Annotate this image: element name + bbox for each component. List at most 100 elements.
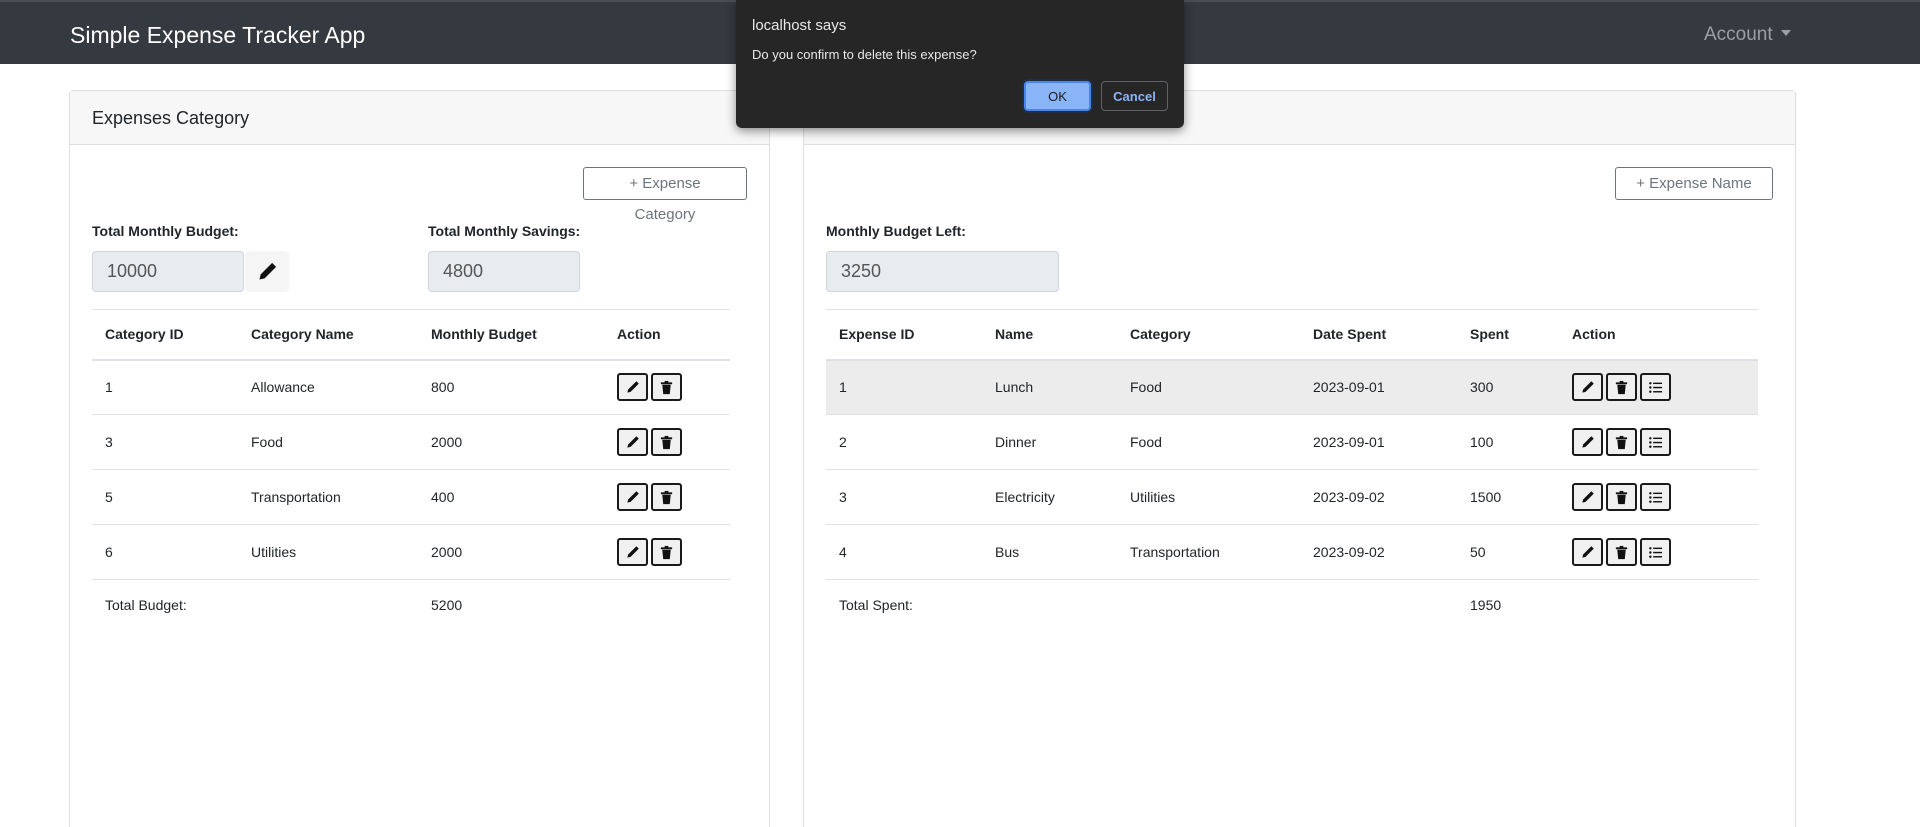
table-row: 1 Lunch Food 2023-09-01 300	[826, 359, 1758, 415]
expense-id-cell: 3	[826, 469, 982, 525]
app-brand[interactable]: Simple Expense Tracker App	[70, 22, 365, 49]
action-cell	[1559, 359, 1758, 415]
edit-button[interactable]	[1572, 538, 1603, 566]
edit-budget-button[interactable]	[245, 251, 289, 292]
action-cell	[604, 469, 730, 525]
delete-button[interactable]	[651, 373, 682, 402]
category-id-cell: 5	[92, 469, 238, 525]
ok-button[interactable]: OK	[1024, 81, 1091, 111]
total-monthly-savings-input: 4800	[428, 251, 580, 292]
delete-button[interactable]	[1606, 483, 1637, 511]
delete-button[interactable]	[651, 428, 682, 456]
trash-icon	[1615, 380, 1628, 394]
pencil-icon	[1582, 380, 1594, 393]
date-spent-cell: 2023-09-01	[1300, 359, 1457, 415]
expense-name-cell: Bus	[982, 524, 1117, 580]
total-monthly-budget-label: Total Monthly Budget:	[92, 223, 239, 239]
action-cell	[1559, 469, 1758, 525]
monthly-budget-left-label: Monthly Budget Left:	[826, 223, 966, 239]
trash-icon	[660, 435, 673, 449]
column-header: Expense ID	[826, 309, 982, 361]
trash-icon	[1615, 435, 1628, 449]
expenses-card: + Expense Name Monthly Budget Left: 3250…	[803, 90, 1796, 827]
pencil-icon	[627, 545, 639, 558]
delete-button[interactable]	[1606, 428, 1637, 456]
edit-button[interactable]	[1572, 483, 1603, 511]
list-icon	[1649, 436, 1663, 448]
action-cell	[1559, 524, 1758, 580]
details-button[interactable]	[1640, 483, 1671, 511]
total-label: Total Budget:	[105, 596, 187, 613]
monthly-budget-cell: 2000	[418, 524, 604, 580]
cancel-button[interactable]: Cancel	[1101, 81, 1168, 111]
date-spent-cell: 2023-09-02	[1300, 469, 1457, 525]
expense-category-cell: Food	[1117, 359, 1300, 415]
edit-button[interactable]	[1572, 373, 1603, 402]
total-monthly-savings-label: Total Monthly Savings:	[428, 223, 581, 239]
edit-button[interactable]	[617, 428, 648, 456]
expense-table: Expense ID Name Category Date Spent Spen…	[826, 309, 1758, 630]
column-header: Category Name	[238, 309, 418, 361]
trash-icon	[660, 380, 673, 394]
category-id-cell: 3	[92, 414, 238, 470]
table-header-row: Expense ID Name Category Date Spent Spen…	[826, 309, 1758, 361]
total-value: 1950	[1470, 596, 1502, 613]
details-button[interactable]	[1640, 538, 1671, 566]
action-cell	[604, 414, 730, 470]
add-expense-category-button[interactable]: + Expense Category	[583, 167, 747, 223]
table-row: 4 Bus Transportation 2023-09-02 50	[826, 524, 1758, 580]
table-row: 6 Utilities 2000	[92, 524, 730, 580]
delete-button[interactable]	[1606, 538, 1637, 566]
expense-id-cell: 1	[826, 359, 982, 415]
edit-button[interactable]	[1572, 428, 1603, 456]
pencil-icon	[627, 490, 639, 503]
spent-cell: 1500	[1457, 469, 1559, 525]
pencil-icon	[627, 380, 639, 393]
edit-button[interactable]	[617, 483, 648, 511]
delete-button[interactable]	[651, 483, 682, 511]
column-header: Category	[1117, 309, 1300, 361]
list-icon	[1649, 546, 1663, 558]
total-row: Total Spent: 1950	[826, 580, 1758, 630]
dialog-title: localhost says	[752, 17, 847, 34]
expense-category-cell: Utilities	[1117, 469, 1300, 525]
edit-button[interactable]	[617, 538, 648, 566]
monthly-budget-cell: 2000	[418, 414, 604, 470]
expense-category-cell: Food	[1117, 414, 1300, 470]
monthly-budget-cell: 800	[418, 359, 604, 415]
expenses-category-card: Expenses Category + Expense Category Tot…	[69, 90, 770, 827]
table-header-row: Category ID Category Name Monthly Budget…	[92, 309, 730, 361]
confirm-dialog: localhost says Do you confirm to delete …	[736, 0, 1184, 128]
delete-button[interactable]	[651, 538, 682, 566]
add-expense-name-button[interactable]: + Expense Name	[1615, 167, 1773, 200]
monthly-budget-left-input: 3250	[826, 251, 1059, 292]
column-header: Spent	[1457, 309, 1559, 361]
details-button[interactable]	[1640, 373, 1671, 402]
column-header: Name	[982, 309, 1117, 361]
delete-button[interactable]	[1606, 373, 1637, 402]
total-value: 5200	[431, 596, 463, 613]
action-cell	[1559, 414, 1758, 470]
table-row: 2 Dinner Food 2023-09-01 100	[826, 414, 1758, 470]
date-spent-cell: 2023-09-02	[1300, 524, 1457, 580]
total-monthly-budget-input[interactable]: 10000	[92, 251, 244, 292]
account-menu[interactable]: Account	[1704, 24, 1791, 46]
expense-name-cell: Dinner	[982, 414, 1117, 470]
category-id-cell: 1	[92, 359, 238, 415]
spent-cell: 300	[1457, 359, 1559, 415]
table-row: 3 Electricity Utilities 2023-09-02 1500	[826, 469, 1758, 525]
expense-id-cell: 4	[826, 524, 982, 580]
pencil-icon	[259, 262, 277, 280]
dialog-message: Do you confirm to delete this expense?	[752, 47, 977, 62]
action-cell	[604, 359, 730, 415]
date-spent-cell: 2023-09-01	[1300, 414, 1457, 470]
edit-button[interactable]	[617, 373, 648, 402]
details-button[interactable]	[1640, 428, 1671, 456]
account-label: Account	[1704, 24, 1773, 45]
pencil-icon	[1582, 435, 1594, 448]
category-name-cell: Allowance	[238, 359, 418, 415]
expense-id-cell: 2	[826, 414, 982, 470]
category-table: Category ID Category Name Monthly Budget…	[92, 309, 730, 630]
category-name-cell: Utilities	[238, 524, 418, 580]
expense-name-cell: Lunch	[982, 359, 1117, 415]
